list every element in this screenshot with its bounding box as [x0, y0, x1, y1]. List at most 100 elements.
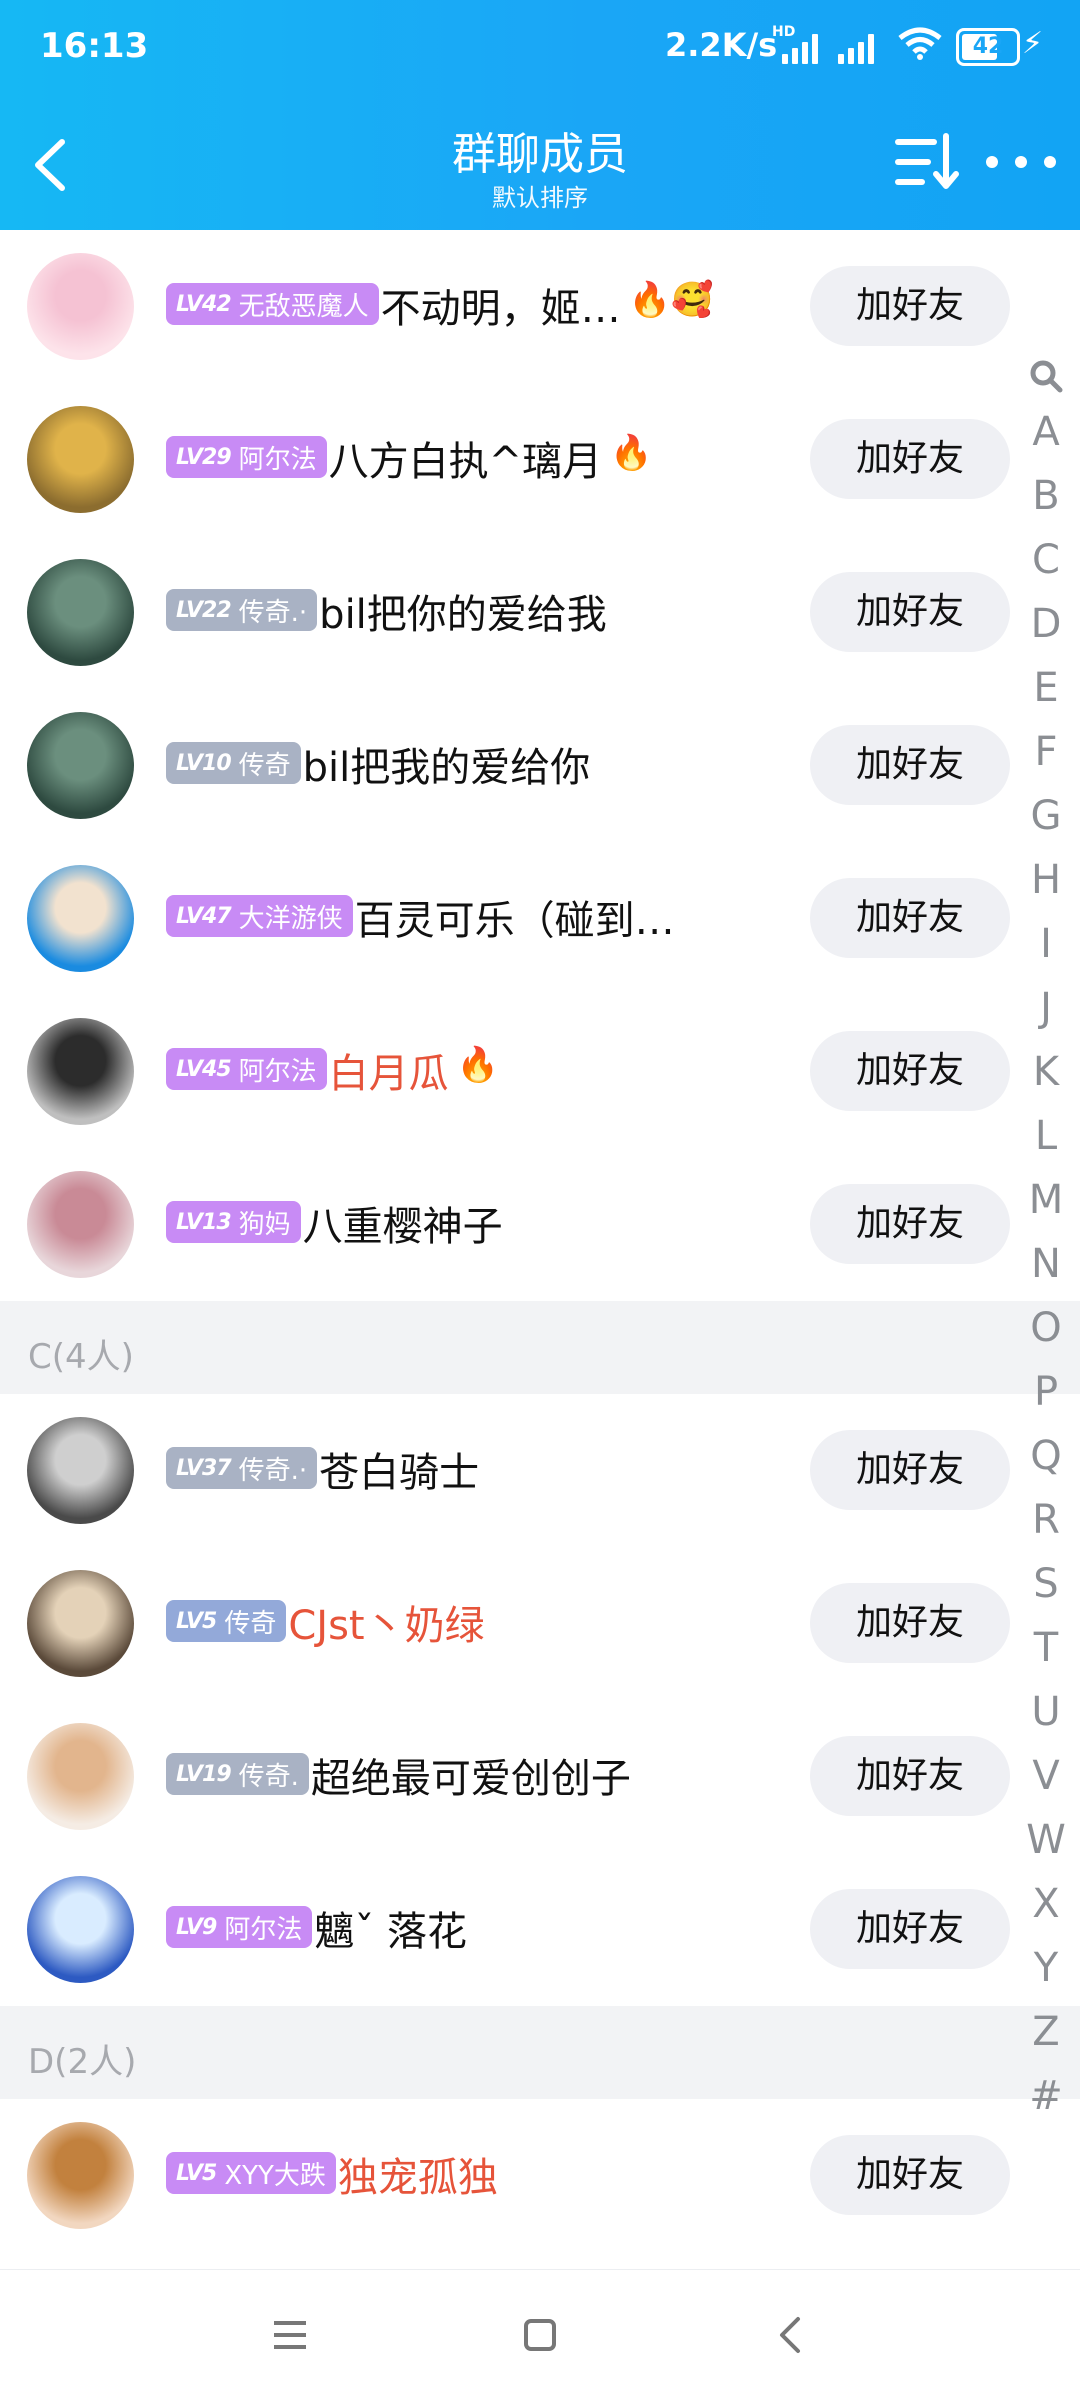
- add-friend-button[interactable]: 加好友: [810, 2135, 1010, 2215]
- index-letter[interactable]: R: [1022, 1488, 1070, 1552]
- level-number: LV22: [176, 597, 232, 623]
- member-row[interactable]: LV10 传奇 bil把我的爱给你 加好友: [0, 689, 1080, 842]
- member-name: 不动明，姬…: [380, 286, 621, 332]
- more-dots-icon[interactable]: [986, 142, 1056, 182]
- add-friend-button[interactable]: 加好友: [810, 1736, 1010, 1816]
- add-friend-button[interactable]: 加好友: [810, 1031, 1010, 1111]
- back-triangle-icon[interactable]: [760, 2315, 820, 2355]
- member-row[interactable]: LV45 阿尔法 白月瓜 🔥 加好友: [0, 995, 1080, 1148]
- index-letter[interactable]: C: [1022, 528, 1070, 592]
- avatar[interactable]: [27, 559, 134, 666]
- sort-icon[interactable]: [892, 128, 962, 196]
- index-letter[interactable]: N: [1022, 1232, 1070, 1296]
- level-number: LV9: [176, 1914, 217, 1940]
- avatar[interactable]: [27, 1417, 134, 1524]
- index-letter[interactable]: B: [1022, 464, 1070, 528]
- avatar[interactable]: [27, 406, 134, 513]
- member-name: bil把你的爱给我: [319, 592, 607, 638]
- avatar[interactable]: [27, 865, 134, 972]
- emoji-decoration: 🔥: [610, 433, 653, 473]
- avatar[interactable]: [27, 1171, 134, 1278]
- member-title: 阿尔法: [224, 1914, 303, 1945]
- index-letter[interactable]: H: [1022, 848, 1070, 912]
- member-row[interactable]: LV29 阿尔法 八方白执^璃月 🔥 加好友: [0, 383, 1080, 536]
- avatar[interactable]: [27, 253, 134, 360]
- member-name: CJst丶奶绿: [288, 1603, 485, 1649]
- index-letter[interactable]: G: [1022, 784, 1070, 848]
- member-group-d: LV5 XYY大跌 独宠孤独 加好友: [0, 2099, 1080, 2252]
- level-number: LV5: [176, 2160, 217, 2186]
- avatar[interactable]: [27, 1570, 134, 1677]
- add-friend-button[interactable]: 加好友: [810, 878, 1010, 958]
- index-letter[interactable]: U: [1022, 1680, 1070, 1744]
- member-name: 超绝最可爱创创子: [310, 1756, 631, 1802]
- add-friend-button[interactable]: 加好友: [810, 1583, 1010, 1663]
- index-letter[interactable]: O: [1022, 1296, 1070, 1360]
- level-number: LV47: [176, 903, 232, 929]
- member-row[interactable]: LV5 传奇 CJst丶奶绿 加好友: [0, 1547, 1080, 1700]
- add-friend-button[interactable]: 加好友: [810, 725, 1010, 805]
- battery-level: 42: [972, 34, 1004, 59]
- home-square-icon[interactable]: [510, 2315, 570, 2355]
- member-row[interactable]: LV22 传奇.· bil把你的爱给我 加好友: [0, 536, 1080, 689]
- index-letter[interactable]: A: [1022, 400, 1070, 464]
- member-row[interactable]: LV9 阿尔法 魑ˇ 落花 加好友: [0, 1853, 1080, 2006]
- index-letter[interactable]: E: [1022, 656, 1070, 720]
- section-label: D(2人): [28, 2042, 137, 2082]
- add-friend-button[interactable]: 加好友: [810, 1430, 1010, 1510]
- add-friend-button[interactable]: 加好友: [810, 419, 1010, 499]
- index-letter[interactable]: Q: [1022, 1424, 1070, 1488]
- member-title: 传奇.·: [238, 1455, 308, 1486]
- index-letter[interactable]: I: [1022, 912, 1070, 976]
- search-icon[interactable]: [1028, 358, 1064, 394]
- level-number: LV29: [176, 444, 232, 470]
- level-badge: LV5 传奇: [166, 1600, 287, 1642]
- avatar[interactable]: [27, 712, 134, 819]
- add-friend-button[interactable]: 加好友: [810, 1889, 1010, 1969]
- index-letter[interactable]: D: [1022, 592, 1070, 656]
- member-row[interactable]: LV13 狗妈 八重樱神子 加好友: [0, 1148, 1080, 1301]
- index-letter[interactable]: X: [1022, 1872, 1070, 1936]
- avatar[interactable]: [27, 1876, 134, 1983]
- member-row[interactable]: LV19 传奇. 超绝最可爱创创子 加好友: [0, 1700, 1080, 1853]
- avatar[interactable]: [27, 1018, 134, 1125]
- member-name: bil把我的爱给你: [302, 745, 591, 791]
- add-friend-button[interactable]: 加好友: [810, 266, 1010, 346]
- member-row[interactable]: LV42 无敌恶魔人 不动明，姬… 🔥🥰 加好友: [0, 230, 1080, 383]
- member-row[interactable]: LV5 XYY大跌 独宠孤独 加好友: [0, 2099, 1080, 2252]
- level-number: LV13: [176, 1209, 232, 1235]
- level-number: LV45: [176, 1056, 232, 1082]
- member-name: 百灵可乐（碰到…: [354, 898, 675, 944]
- index-letter[interactable]: M: [1022, 1168, 1070, 1232]
- index-letter[interactable]: P: [1022, 1360, 1070, 1424]
- level-badge: LV29 阿尔法: [166, 436, 327, 478]
- level-badge: LV10 传奇: [166, 742, 301, 784]
- index-letter[interactable]: V: [1022, 1744, 1070, 1808]
- level-badge: LV47 大洋游侠: [166, 895, 353, 937]
- index-letter[interactable]: #: [1022, 2064, 1070, 2128]
- member-name: 白月瓜: [328, 1051, 449, 1097]
- net-speed: 2.2K/s: [665, 26, 778, 64]
- level-badge: LV37 传奇.·: [166, 1447, 318, 1489]
- avatar[interactable]: [27, 2122, 134, 2229]
- index-letter[interactable]: F: [1022, 720, 1070, 784]
- status-bar: 16:13 2.2K/s HD 42 ⚡: [0, 0, 1080, 96]
- index-letter[interactable]: T: [1022, 1616, 1070, 1680]
- alphabet-index-bar[interactable]: A B C D E F G H I J K L M N O P Q R S T U V W X Y Z #: [1022, 358, 1070, 2128]
- index-letter[interactable]: S: [1022, 1552, 1070, 1616]
- header: 16:13 2.2K/s HD 42 ⚡ 群聊成员 默认排序: [0, 0, 1080, 230]
- add-friend-button[interactable]: 加好友: [810, 572, 1010, 652]
- index-letter[interactable]: L: [1022, 1104, 1070, 1168]
- index-letter[interactable]: K: [1022, 1040, 1070, 1104]
- avatar[interactable]: [27, 1723, 134, 1830]
- index-letter[interactable]: J: [1022, 976, 1070, 1040]
- level-badge: LV22 传奇.·: [166, 589, 318, 631]
- index-letter[interactable]: W: [1022, 1808, 1070, 1872]
- menu-icon[interactable]: [260, 2315, 320, 2355]
- member-row[interactable]: LV37 传奇.· 苍白骑士 加好友: [0, 1394, 1080, 1547]
- member-row[interactable]: LV47 大洋游侠 百灵可乐（碰到… 加好友: [0, 842, 1080, 995]
- level-badge: LV19 传奇.: [166, 1753, 309, 1795]
- index-letter[interactable]: Z: [1022, 2000, 1070, 2064]
- index-letter[interactable]: Y: [1022, 1936, 1070, 2000]
- add-friend-button[interactable]: 加好友: [810, 1184, 1010, 1264]
